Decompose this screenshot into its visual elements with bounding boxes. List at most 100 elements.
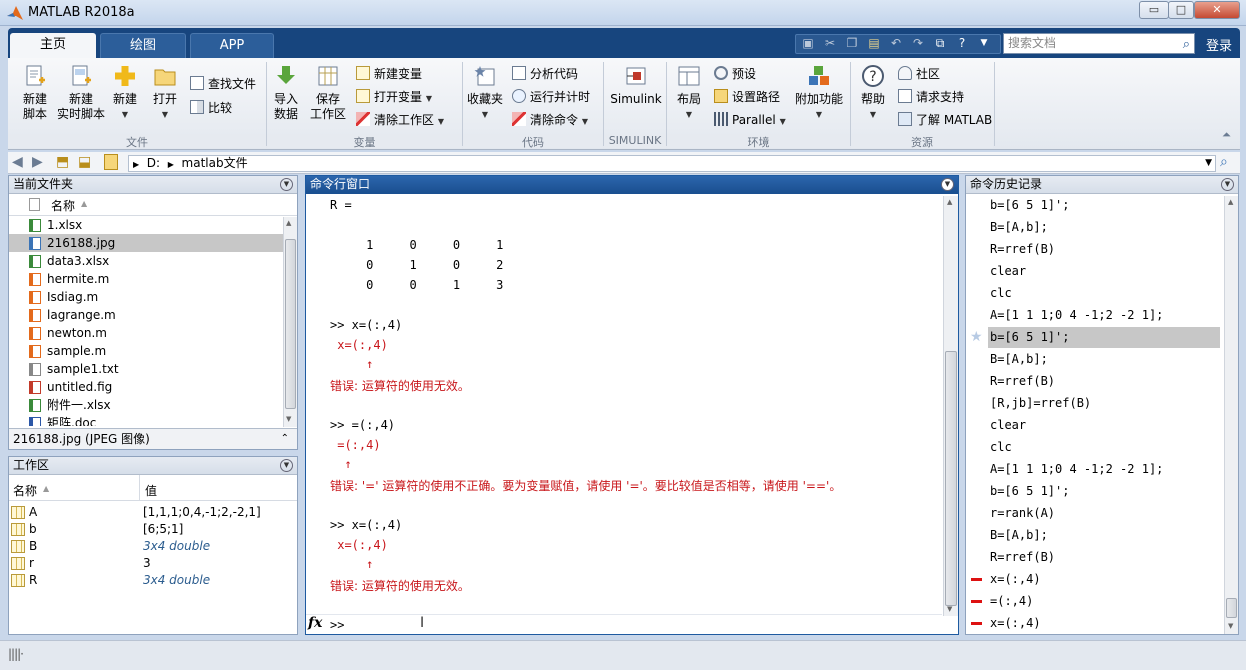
history-item[interactable]: b=[6 5 1]'; — [990, 198, 1069, 212]
scroll-up-icon[interactable]: ▲ — [1228, 198, 1233, 206]
maximize-button[interactable]: □ — [1168, 1, 1194, 19]
history-item[interactable]: clear — [990, 418, 1026, 432]
cut-icon[interactable]: ✂ — [821, 34, 839, 52]
community-button[interactable]: 社区 — [898, 66, 940, 84]
save-icon[interactable]: ▣ — [799, 34, 817, 52]
import-data-button[interactable]: 导入 数据 — [270, 64, 302, 122]
history-item[interactable]: r=rank(A) — [990, 506, 1055, 520]
history-item[interactable]: [R,jb]=rref(B) — [990, 396, 1091, 410]
status-grip-icon[interactable]: ||||· — [8, 647, 24, 661]
history-item[interactable]: R=rref(B) — [990, 374, 1055, 388]
parallel-button[interactable]: Parallel ▼ — [714, 112, 786, 130]
file-row[interactable]: sample1.txt — [9, 360, 297, 378]
workspace-variable-row[interactable]: B 3x4 double — [9, 538, 297, 555]
file-row[interactable]: Isdiag.m — [9, 288, 297, 306]
close-button[interactable]: ✕ — [1194, 1, 1240, 19]
undo-icon[interactable]: ↶ — [887, 34, 905, 52]
file-list-header[interactable]: 名称 ▲ — [9, 194, 297, 216]
preferences-button[interactable]: 预设 — [714, 66, 756, 84]
function-browser-fx-icon[interactable]: fx — [308, 615, 322, 631]
details-bar[interactable]: 216188.jpg (JPEG 图像) ⌃ — [9, 428, 297, 449]
history-item[interactable]: R=rref(B) — [990, 242, 1055, 256]
history-item[interactable]: b=[6 5 1]'; — [990, 330, 1069, 344]
command-prompt-row[interactable]: fx >> I — [306, 614, 942, 634]
up-folder-icon[interactable]: ⬒ — [56, 154, 69, 170]
scroll-up-icon[interactable]: ▲ — [286, 219, 291, 227]
file-row[interactable]: sample.m — [9, 342, 297, 360]
file-list-scrollbar[interactable]: ▲ ▼ — [283, 217, 297, 427]
file-row[interactable]: newton.m — [9, 324, 297, 342]
add-ons-button[interactable]: 附加功能 ▼ — [794, 64, 844, 122]
browse-folder-icon[interactable]: ⬓ — [78, 154, 91, 170]
history-item[interactable]: =(:,4) — [990, 594, 1033, 608]
breadcrumb-drive[interactable]: D: — [147, 156, 160, 170]
login-link[interactable]: 登录 — [1206, 35, 1232, 54]
file-row[interactable]: 216188.jpg — [9, 234, 297, 252]
tab-home[interactable]: 主页 — [10, 33, 96, 58]
favorite-star-icon[interactable]: ★ — [970, 329, 983, 345]
workspace-variable-row[interactable]: b [6;5;1] — [9, 521, 297, 538]
file-row[interactable]: 矩阵.doc — [9, 414, 297, 426]
new-button[interactable]: 新建 ▼ — [108, 64, 142, 122]
workspace-variable-row[interactable]: A [1,1,1;0,4,-1;2,-2,1] — [9, 504, 297, 521]
ws-name-column-header[interactable]: 名称 — [13, 482, 37, 499]
name-column-header[interactable]: 名称 — [51, 197, 75, 214]
scrollbar-thumb[interactable] — [1226, 598, 1237, 618]
scrollbar-thumb[interactable] — [285, 239, 296, 409]
panel-menu-icon[interactable]: ▼ — [280, 178, 293, 191]
history-item[interactable]: R=rref(B) — [990, 550, 1055, 564]
qa-dropdown-icon[interactable]: ▼ — [975, 34, 993, 52]
address-dropdown-icon[interactable]: ▼ — [1205, 156, 1212, 171]
learn-matlab-button[interactable]: 了解 MATLAB — [898, 112, 992, 130]
history-item[interactable]: B=[A,b]; — [990, 528, 1048, 542]
history-item[interactable]: x=(:,4) — [990, 572, 1041, 586]
clear-commands-button[interactable]: 清除命令 ▼ — [512, 112, 588, 130]
compare-button[interactable]: 比较 — [190, 100, 232, 118]
simulink-button[interactable]: Simulink — [608, 64, 664, 107]
paste-icon[interactable]: ▤ — [865, 34, 883, 52]
scroll-down-icon[interactable]: ▼ — [1228, 622, 1233, 630]
redo-icon[interactable]: ↷ — [909, 34, 927, 52]
help-button[interactable]: ? 帮助 ▼ — [856, 64, 890, 122]
scroll-down-icon[interactable]: ▼ — [286, 415, 291, 423]
open-variable-button[interactable]: 打开变量 ▼ — [356, 89, 432, 107]
new-script-button[interactable]: 新建 脚本 — [14, 64, 56, 122]
copy-icon[interactable]: ❐ — [843, 34, 861, 52]
ws-value-column-header[interactable]: 值 — [145, 482, 157, 499]
file-row[interactable]: hermite.m — [9, 270, 297, 288]
scroll-down-icon[interactable]: ▼ — [947, 605, 952, 613]
collapse-ribbon-icon[interactable]: ⏶ — [1222, 128, 1231, 142]
new-live-script-button[interactable]: 新建 实时脚本 — [54, 64, 108, 122]
command-window-scrollbar[interactable]: ▲ ▼ — [943, 196, 958, 616]
forward-arrow-icon[interactable]: ▶ — [32, 154, 43, 170]
search-folder-icon[interactable]: ⌕ — [1220, 154, 1228, 170]
back-arrow-icon[interactable]: ◀ — [12, 154, 23, 170]
address-path[interactable]: ▶ D: ▶ matlab文件 ▼ — [128, 155, 1216, 172]
save-workspace-button[interactable]: 保存 工作区 — [308, 64, 348, 122]
new-variable-button[interactable]: 新建变量 — [356, 66, 422, 84]
panel-menu-icon[interactable]: ▼ — [941, 178, 954, 191]
tab-apps[interactable]: APP — [190, 33, 274, 58]
switch-windows-icon[interactable]: ⧉ — [931, 34, 949, 52]
history-item[interactable]: A=[1 1 1;0 4 -1;2 -2 1]; — [990, 308, 1163, 322]
history-item[interactable]: B=[A,b]; — [990, 352, 1048, 366]
file-row[interactable]: data3.xlsx — [9, 252, 297, 270]
help-icon[interactable]: ? — [953, 34, 971, 52]
search-icon[interactable]: ⌕ — [1183, 35, 1190, 54]
file-row[interactable]: 1.xlsx — [9, 216, 297, 234]
history-item[interactable]: clc — [990, 440, 1012, 454]
panel-menu-icon[interactable]: ▼ — [280, 459, 293, 472]
open-button[interactable]: 打开 ▼ — [148, 64, 182, 122]
history-item[interactable]: clear — [990, 264, 1026, 278]
history-item[interactable]: A=[1 1 1;0 4 -1;2 -2 1]; — [990, 462, 1163, 476]
minimize-button[interactable]: ▭ — [1139, 1, 1169, 19]
set-path-button[interactable]: 设置路径 — [714, 89, 780, 107]
run-and-time-button[interactable]: 运行并计时 — [512, 89, 590, 107]
details-collapse-icon[interactable]: ⌃ — [281, 429, 289, 449]
scroll-up-icon[interactable]: ▲ — [947, 198, 952, 206]
workspace-variable-row[interactable]: r3 — [9, 555, 297, 572]
favorites-button[interactable]: 收藏夹 ▼ — [464, 64, 506, 122]
file-row[interactable]: lagrange.m — [9, 306, 297, 324]
scrollbar-thumb[interactable] — [945, 351, 957, 606]
history-scrollbar[interactable]: ▲ ▼ — [1224, 196, 1238, 634]
